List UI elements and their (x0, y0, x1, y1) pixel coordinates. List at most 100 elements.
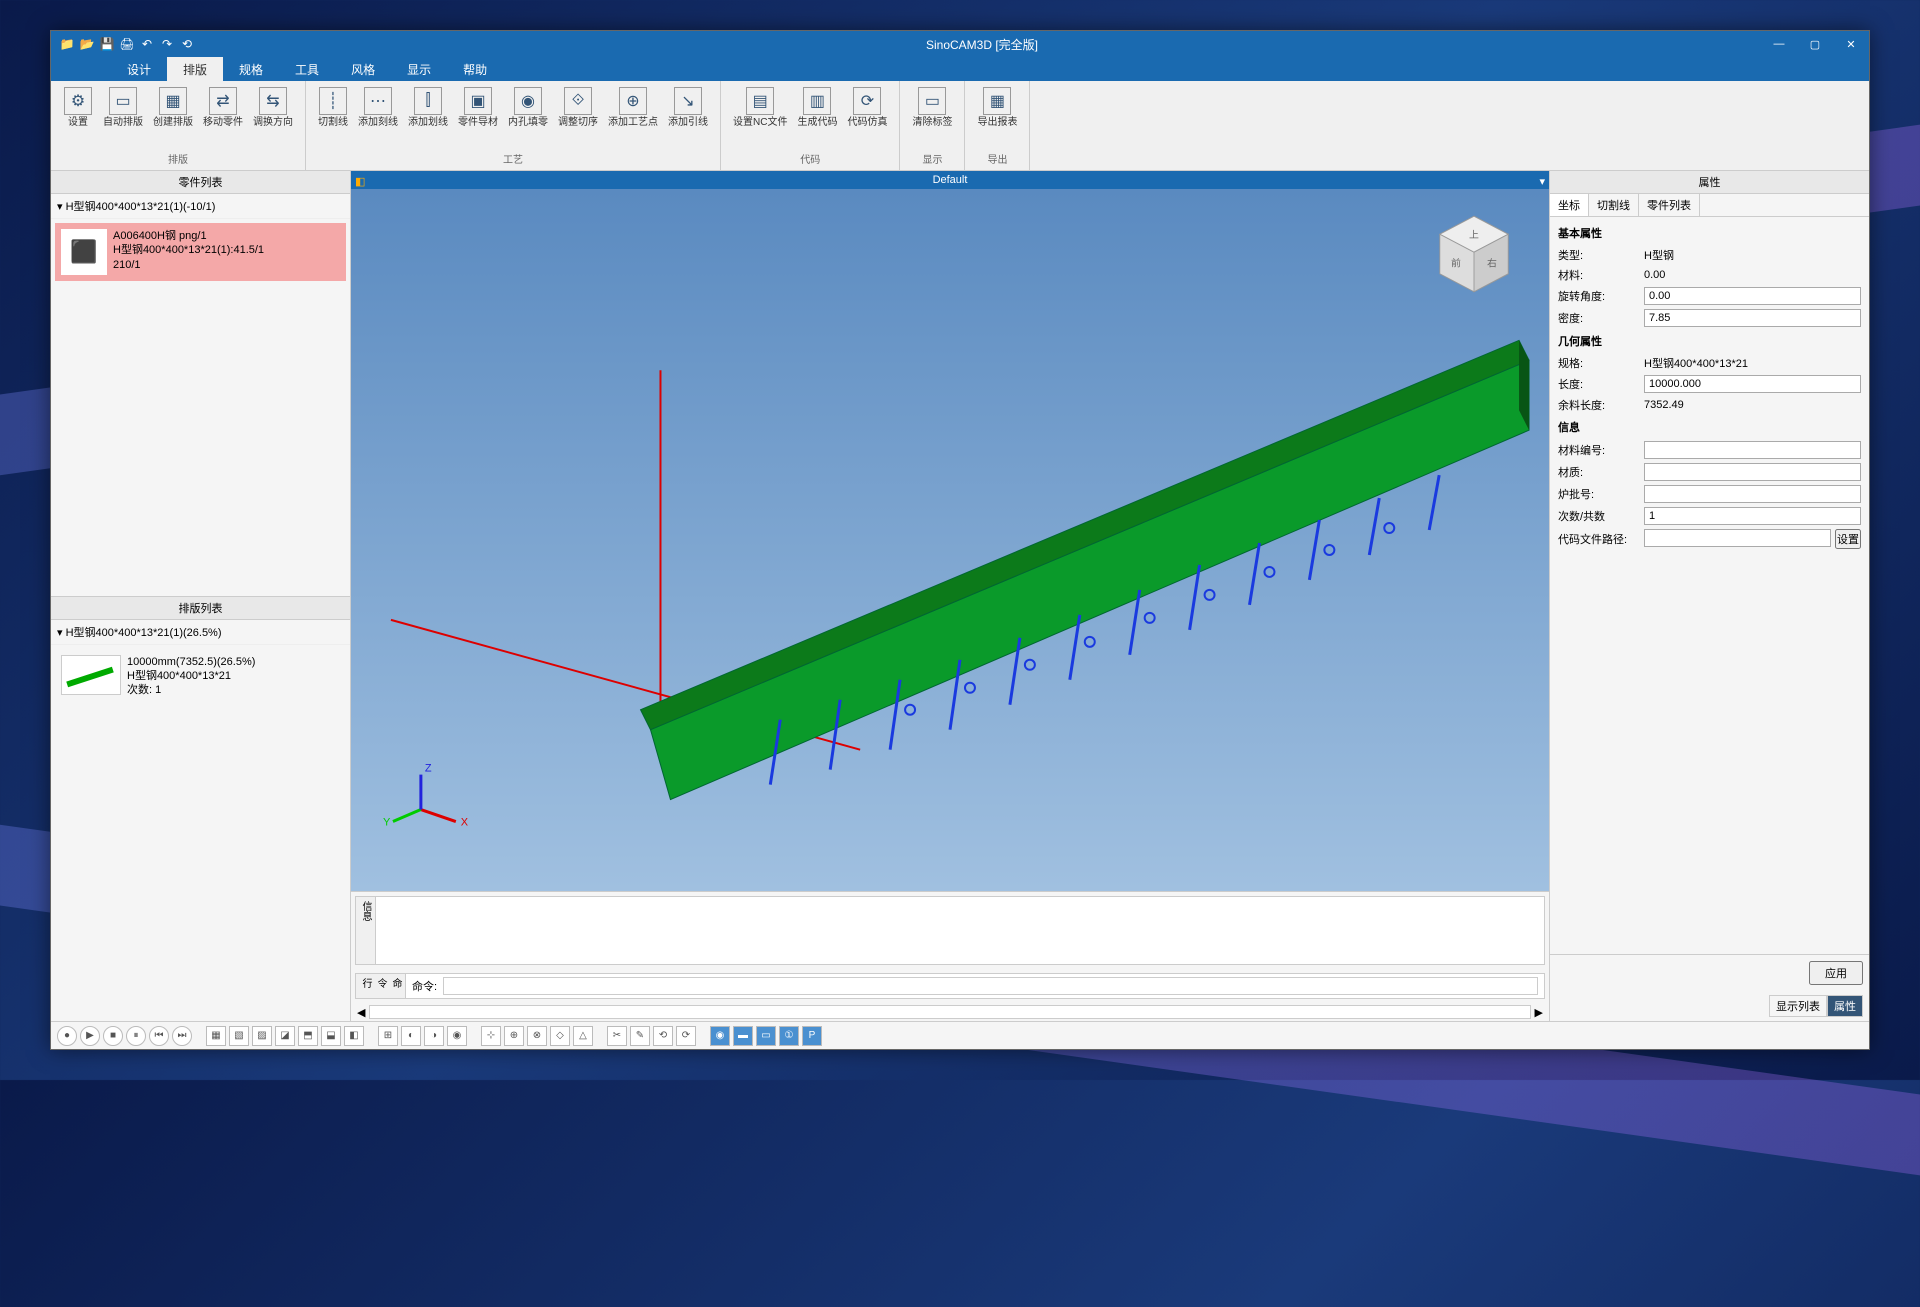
ribbon-label: 清除标签 (912, 117, 952, 128)
sb-hidden-icon[interactable]: ◑ (424, 1026, 444, 1046)
sb-top-icon[interactable]: ⬒ (298, 1026, 318, 1046)
sb-view3-icon[interactable]: ▨ (252, 1026, 272, 1046)
close-button[interactable]: ✕ (1833, 31, 1869, 57)
sb-iso-icon[interactable]: ◪ (275, 1026, 295, 1046)
ribbon-icon: ▦ (983, 87, 1011, 115)
prop-rot-input[interactable] (1644, 287, 1861, 305)
sb-pause-icon[interactable]: ⏸ (126, 1026, 146, 1046)
qat-refresh-icon[interactable]: ⟲ (179, 36, 195, 52)
status-tab-prop[interactable]: 属性 (1827, 995, 1863, 1017)
sb-tool2-icon[interactable]: ✎ (630, 1026, 650, 1046)
ribbon-创建排版-button[interactable]: ▦创建排版 (149, 85, 197, 130)
cmd-input[interactable] (443, 977, 1538, 995)
prop-heat-input[interactable] (1644, 485, 1861, 503)
qat-redo-icon[interactable]: ↷ (159, 36, 175, 52)
sb-prev-icon[interactable]: ⏮ (149, 1026, 169, 1046)
ribbon-清除标签-button[interactable]: ▭清除标签 (908, 85, 956, 130)
parts-tree-root[interactable]: H型钢400*400*13*21(1)(-10/1) (51, 194, 350, 219)
prop-mat-input[interactable] (1644, 463, 1861, 481)
sb-next-icon[interactable]: ⏭ (172, 1026, 192, 1046)
ribbon-内孔填零-button[interactable]: ◉内孔填零 (504, 85, 552, 130)
sb-play-icon[interactable]: ▶ (80, 1026, 100, 1046)
sb-wire-icon[interactable]: ⊞ (378, 1026, 398, 1046)
sb-snap3-icon[interactable]: ⊗ (527, 1026, 547, 1046)
sb-mode4-icon[interactable]: ① (779, 1026, 799, 1046)
sb-render-icon[interactable]: ◉ (447, 1026, 467, 1046)
ribbon-零件导材-button[interactable]: ▣零件导材 (454, 85, 502, 130)
prop-cfile-input[interactable] (1644, 529, 1831, 547)
ribbon-调整切序-button[interactable]: ⟐调整切序 (554, 85, 602, 130)
ribbon-label: 切割线 (318, 117, 348, 128)
ribbon-导出报表-button[interactable]: ▦导出报表 (973, 85, 1021, 130)
ribbon-添加刻线-button[interactable]: ⋯添加刻线 (354, 85, 402, 130)
ribbon-添加工艺点-button[interactable]: ⊕添加工艺点 (604, 85, 662, 130)
sb-mode2-icon[interactable]: ▬ (733, 1026, 753, 1046)
menu-help[interactable]: 帮助 (447, 57, 503, 81)
prop-matno-input[interactable] (1644, 441, 1861, 459)
ribbon-代码仿真-button[interactable]: ⟳代码仿真 (843, 85, 891, 130)
menu-tools[interactable]: 工具 (279, 57, 335, 81)
qat-new-icon[interactable]: 📁 (59, 36, 75, 52)
maximize-button[interactable]: ▢ (1797, 31, 1833, 57)
menu-layout[interactable]: 排版 (167, 57, 223, 81)
bottom-tab-info[interactable]: 信息 (356, 897, 376, 964)
part-card[interactable]: ⬛ A006400H钢 png/1 H型钢400*400*13*21(1):41… (55, 223, 346, 281)
ribbon-切割线-button[interactable]: ┊切割线 (314, 85, 352, 130)
timeline-prev-icon[interactable]: ◀ (357, 1006, 365, 1019)
sb-view1-icon[interactable]: ▦ (206, 1026, 226, 1046)
prop-len-input[interactable] (1644, 375, 1861, 393)
ribbon-添加划线-button[interactable]: ⫿添加划线 (404, 85, 452, 130)
sheets-tree-root[interactable]: H型钢400*400*13*21(1)(26.5%) (51, 620, 350, 645)
sb-stop-icon[interactable]: ■ (103, 1026, 123, 1046)
sb-snap5-icon[interactable]: △ (573, 1026, 593, 1046)
status-tab-list[interactable]: 显示列表 (1769, 995, 1827, 1017)
sb-mode5-icon[interactable]: P (802, 1026, 822, 1046)
sb-rec-icon[interactable]: ● (57, 1026, 77, 1046)
ribbon-设置-button[interactable]: ⚙设置 (59, 85, 97, 130)
sb-view2-icon[interactable]: ▧ (229, 1026, 249, 1046)
bottom-tab-cmd[interactable]: 命令行 (356, 974, 406, 998)
prop-tab-parts[interactable]: 零件列表 (1639, 194, 1700, 216)
viewcube[interactable]: 上 前 右 (1429, 209, 1519, 299)
sb-front-icon[interactable]: ⬓ (321, 1026, 341, 1046)
sb-shade-icon[interactable]: ◐ (401, 1026, 421, 1046)
ribbon-移动零件-button[interactable]: ⇄移动零件 (199, 85, 247, 130)
prop-dens-input[interactable] (1644, 309, 1861, 327)
sb-mode1-icon[interactable]: ◉ (710, 1026, 730, 1046)
prop-cnt-input[interactable] (1644, 507, 1861, 525)
sb-tool4-icon[interactable]: ⟳ (676, 1026, 696, 1046)
ribbon-添加引线-button[interactable]: ↘添加引线 (664, 85, 712, 130)
viewport-3d[interactable]: X Y Z 上 前 右 (351, 189, 1549, 891)
ribbon-生成代码-button[interactable]: ▥生成代码 (793, 85, 841, 130)
sb-snap1-icon[interactable]: ⊹ (481, 1026, 501, 1046)
menu-display[interactable]: 显示 (391, 57, 447, 81)
menu-design[interactable]: 设计 (111, 57, 167, 81)
prop-cfile-browse-button[interactable]: 设置 (1835, 529, 1861, 549)
statusbar: ● ▶ ■ ⏸ ⏮ ⏭ ▦ ▧ ▨ ◪ ⬒ ⬓ ◧ ⊞ ◐ ◑ ◉ ⊹ ⊕ ⊗ … (51, 1021, 1869, 1049)
quick-access-toolbar: 📁 📂 💾 🖨 ↶ ↷ ⟲ (51, 36, 203, 52)
ribbon-调换方向-button[interactable]: ⇆调换方向 (249, 85, 297, 130)
prop-rem-label: 余料长度: (1558, 397, 1638, 413)
sb-tool1-icon[interactable]: ✂ (607, 1026, 627, 1046)
ribbon-label: 自动排版 (103, 117, 143, 128)
qat-undo-icon[interactable]: ↶ (139, 36, 155, 52)
sb-side-icon[interactable]: ◧ (344, 1026, 364, 1046)
prop-tab-cut[interactable]: 切割线 (1589, 194, 1639, 216)
sheet-card[interactable]: 10000mm(7352.5)(26.5%) H型钢400*400*13*21 … (55, 649, 346, 704)
ribbon-自动排版-button[interactable]: ▭自动排版 (99, 85, 147, 130)
sb-mode3-icon[interactable]: ▭ (756, 1026, 776, 1046)
minimize-button[interactable]: — (1761, 31, 1797, 57)
prop-tab-coord[interactable]: 坐标 (1550, 194, 1589, 216)
menu-style[interactable]: 风格 (335, 57, 391, 81)
apply-button[interactable]: 应用 (1809, 961, 1863, 985)
menu-spec[interactable]: 规格 (223, 57, 279, 81)
sb-snap4-icon[interactable]: ◇ (550, 1026, 570, 1046)
timeline-slider[interactable] (369, 1005, 1530, 1019)
qat-save-icon[interactable]: 💾 (99, 36, 115, 52)
sb-tool3-icon[interactable]: ⟲ (653, 1026, 673, 1046)
sb-snap2-icon[interactable]: ⊕ (504, 1026, 524, 1046)
timeline-next-icon[interactable]: ▶ (1535, 1006, 1543, 1019)
qat-open-icon[interactable]: 📂 (79, 36, 95, 52)
qat-print-icon[interactable]: 🖨 (119, 36, 135, 52)
ribbon-设置NC文件-button[interactable]: ▤设置NC文件 (729, 85, 791, 130)
